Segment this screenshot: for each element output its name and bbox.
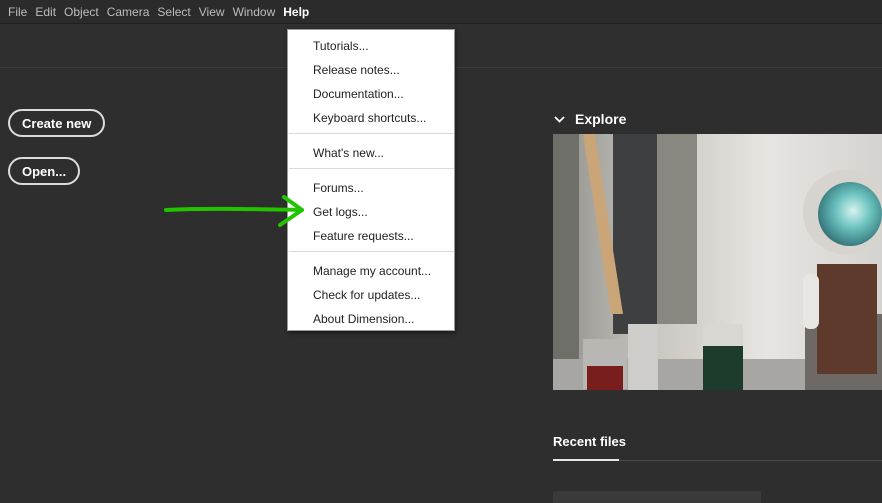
recent-files-tab[interactable]: Recent files	[553, 434, 626, 449]
menu-item-feature-requests[interactable]: Feature requests...	[313, 228, 414, 244]
menu-help[interactable]: Help	[279, 0, 313, 24]
menu-item-release-notes[interactable]: Release notes...	[313, 62, 400, 78]
explore-image[interactable]	[553, 134, 882, 390]
help-dropdown-menu: Tutorials... Release notes... Documentat…	[287, 29, 455, 331]
explore-header[interactable]: Explore	[553, 110, 626, 128]
open-button[interactable]: Open...	[8, 157, 81, 185]
menu-edit[interactable]: Edit	[31, 0, 60, 24]
menu-item-whats-new[interactable]: What's new...	[313, 145, 384, 161]
menu-item-tutorials[interactable]: Tutorials...	[313, 38, 369, 54]
menu-file[interactable]: File	[4, 0, 31, 24]
menu-bar: File Edit Object Camera Select View Wind…	[0, 0, 882, 24]
chevron-down-icon	[554, 115, 565, 123]
create-new-button[interactable]: Create new	[8, 109, 106, 137]
explore-photo	[553, 134, 882, 390]
menu-item-check-updates[interactable]: Check for updates...	[313, 287, 420, 303]
menu-item-documentation[interactable]: Documentation...	[313, 86, 404, 102]
menu-select[interactable]: Select	[153, 0, 194, 24]
menu-item-manage-account[interactable]: Manage my account...	[313, 263, 431, 279]
menu-separator	[289, 251, 454, 252]
recent-file-card[interactable]	[553, 491, 761, 503]
explore-title: Explore	[575, 111, 627, 127]
menu-item-about-dimension[interactable]: About Dimension...	[313, 311, 414, 327]
menu-separator	[289, 168, 454, 169]
menu-object[interactable]: Object	[60, 0, 103, 24]
recent-files-divider	[619, 460, 882, 461]
menu-item-keyboard-shortcuts[interactable]: Keyboard shortcuts...	[313, 110, 426, 126]
menu-view[interactable]: View	[195, 0, 229, 24]
menu-item-forums[interactable]: Forums...	[313, 180, 364, 196]
menu-item-get-logs[interactable]: Get logs...	[313, 204, 368, 220]
arrow-annotation-icon	[164, 195, 304, 227]
menu-window[interactable]: Window	[229, 0, 280, 24]
menu-camera[interactable]: Camera	[103, 0, 154, 24]
recent-files-underline	[553, 459, 619, 461]
menu-separator	[289, 133, 454, 134]
